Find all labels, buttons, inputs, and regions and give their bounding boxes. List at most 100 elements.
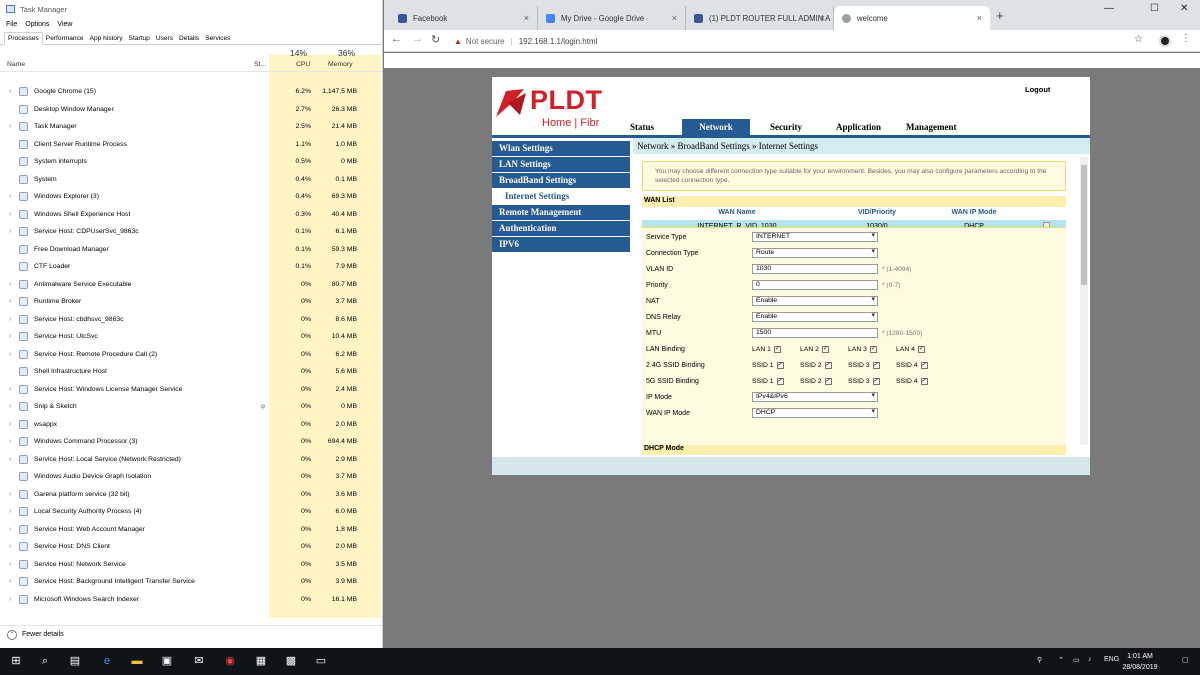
table-row[interactable]: System 0.4% 0.1 MB <box>0 171 382 189</box>
table-row[interactable]: › Windows Explorer (3) 0.4% 69.3 MB <box>0 188 382 206</box>
table-row[interactable]: › Google Chrome (15) 6.2% 1,147.5 MB <box>0 83 382 101</box>
chrome-icon[interactable]: ◉ <box>223 654 237 668</box>
dns-relay-select[interactable]: Enable <box>752 312 878 322</box>
menu-file[interactable]: File <box>6 21 17 28</box>
nat-select[interactable]: Enable <box>752 296 878 306</box>
mail-icon[interactable]: ✉ <box>192 654 206 668</box>
ssid5-2-checkbox[interactable]: SSID 2 ✓ <box>800 377 848 385</box>
task-view-icon[interactable]: ▤ <box>68 654 82 668</box>
table-row[interactable]: › Windows Command Processor (3) 0% 694.4 MB <box>0 433 382 451</box>
ssid24-4-checkbox[interactable]: SSID 4 ✓ <box>896 361 944 369</box>
not-secure-label[interactable]: Not secure <box>466 37 505 46</box>
chevron-right-icon[interactable]: › <box>5 438 15 445</box>
warning-icon[interactable]: ▲ <box>454 37 462 46</box>
tab-google-drive[interactable]: My Drive - Google Drive × <box>538 6 686 30</box>
close-icon[interactable]: × <box>820 13 825 23</box>
menu-broadband-settings[interactable]: BroadBand Settings <box>492 173 630 188</box>
windows-start-icon[interactable]: ⊞ <box>9 654 23 668</box>
tab-details[interactable]: Details <box>176 33 202 44</box>
chevron-right-icon[interactable]: › <box>5 228 15 235</box>
chevron-right-icon[interactable]: › <box>5 88 15 95</box>
table-row[interactable]: › Local Security Authority Process (4) 0% 6… <box>0 503 382 521</box>
panel-scrollbar[interactable] <box>1080 157 1088 445</box>
menu-view[interactable]: View <box>57 21 72 28</box>
chevron-right-icon[interactable]: › <box>5 123 15 130</box>
chevron-right-icon[interactable]: › <box>5 526 15 533</box>
profile-avatar[interactable] <box>1159 35 1171 47</box>
tab-welcome[interactable]: welcome × <box>834 6 990 30</box>
bookmark-star-icon[interactable]: ☆ <box>1134 34 1143 45</box>
chevron-right-icon[interactable]: › <box>5 281 15 288</box>
lan3-checkbox[interactable]: LAN 3 ✓ <box>848 345 896 353</box>
close-icon[interactable]: × <box>524 13 529 23</box>
close-icon[interactable]: × <box>977 13 982 23</box>
nav-network[interactable]: Network <box>682 119 750 135</box>
nav-security[interactable]: Security <box>770 119 836 135</box>
ssid5-1-checkbox[interactable]: SSID 1 ✓ <box>752 377 800 385</box>
address-bar[interactable]: ▲ Not secure | 192.168.1.1/login.html <box>454 33 1144 49</box>
chevron-right-icon[interactable]: › <box>5 491 15 498</box>
new-tab-button[interactable]: + <box>996 8 1004 23</box>
priority-input[interactable]: 0 <box>752 280 878 290</box>
menu-options[interactable]: Options <box>25 21 49 28</box>
app-icon[interactable]: ▦ <box>254 654 268 668</box>
table-row[interactable]: Client Server Runtime Process 1.1% 1.0 MB <box>0 136 382 154</box>
nav-management[interactable]: Management <box>906 119 986 135</box>
col-memory[interactable]: Memory <box>328 61 353 68</box>
tab-processes[interactable]: Processes <box>4 32 43 45</box>
service-type-select[interactable]: INTERNET <box>752 232 878 242</box>
table-row[interactable]: › Microsoft Windows Search Indexer 0% 16.1 … <box>0 591 382 609</box>
logout-link[interactable]: Logout <box>1025 85 1050 94</box>
ssid5-3-checkbox[interactable]: SSID 3 ✓ <box>848 377 896 385</box>
table-row[interactable]: › Snip & Sketch φ 0% 0 MB <box>0 398 382 416</box>
minimize-button[interactable]: — <box>1104 3 1114 14</box>
close-icon[interactable]: × <box>672 13 677 23</box>
table-row[interactable]: › Service Host: Background Intelligent Tr… <box>0 573 382 591</box>
tab-pldt-video[interactable]: (1) PLDT ROUTER FULL ADMIN A × <box>686 6 834 30</box>
fewer-details-link[interactable]: ⌃ Fewer details <box>0 625 382 643</box>
menu-wlan-settings[interactable]: Wlan Settings <box>492 141 630 156</box>
volume-icon[interactable]: ♪ <box>1088 656 1092 663</box>
connection-type-select[interactable]: Route <box>752 248 878 258</box>
task-manager-taskbar-icon[interactable]: ▩ <box>284 654 298 668</box>
table-row[interactable]: › Service Host: CDPUserSvc_9863c 0.1% 6.1 M… <box>0 223 382 241</box>
close-window-button[interactable]: ✕ <box>1180 3 1188 14</box>
chevron-right-icon[interactable]: › <box>5 386 15 393</box>
vlan-id-input[interactable]: 1030 <box>752 264 878 274</box>
table-row[interactable]: › Antimalware Service Executable 0% 80.7 MB <box>0 276 382 294</box>
table-row[interactable]: › wsappx 0% 2.0 MB <box>0 416 382 434</box>
chevron-up-icon[interactable]: ⌃ <box>1058 656 1064 664</box>
ssid24-3-checkbox[interactable]: SSID 3 ✓ <box>848 361 896 369</box>
col-memory-percent[interactable]: 36% <box>338 48 355 58</box>
chevron-right-icon[interactable]: › <box>5 193 15 200</box>
table-row[interactable]: Windows Audio Device Graph Isolation 0% 3.… <box>0 468 382 486</box>
chevron-right-icon[interactable]: › <box>5 298 15 305</box>
table-row[interactable]: › Service Host: Network Service 0% 3.5 MB <box>0 556 382 574</box>
command-prompt-icon[interactable]: ▭ <box>314 654 328 668</box>
ssid24-2-checkbox[interactable]: SSID 2 ✓ <box>800 361 848 369</box>
tab-facebook[interactable]: Facebook × <box>390 6 538 30</box>
chevron-right-icon[interactable]: › <box>5 543 15 550</box>
table-row[interactable]: CTF Loader 0.1% 7.9 MB <box>0 258 382 276</box>
table-row[interactable]: › Service Host: cbdhsvc_9863c 0% 8.6 MB <box>0 311 382 329</box>
chevron-right-icon[interactable]: › <box>5 351 15 358</box>
table-row[interactable]: › Service Host: Local Service (Network Re… <box>0 451 382 469</box>
table-row[interactable]: › Service Host: UtcSvc 0% 10.4 MB <box>0 328 382 346</box>
ip-mode-select[interactable]: IPv4&IPv6 <box>752 392 878 402</box>
chevron-right-icon[interactable]: › <box>5 421 15 428</box>
table-row[interactable]: › Runtime Broker 0% 3.7 MB <box>0 293 382 311</box>
url-text[interactable]: 192.168.1.1/login.html <box>519 37 598 46</box>
menu-internet-settings[interactable]: Internet Settings <box>492 189 630 204</box>
menu-ipv6[interactable]: IPV6 <box>492 237 630 252</box>
chevron-right-icon[interactable]: › <box>5 403 15 410</box>
network-icon[interactable]: ▭ <box>1073 656 1080 664</box>
table-row[interactable]: › Service Host: Windows License Manager S… <box>0 381 382 399</box>
chevron-right-icon[interactable]: › <box>5 333 15 340</box>
store-icon[interactable]: ▣ <box>160 654 174 668</box>
chevron-right-icon[interactable]: › <box>5 456 15 463</box>
nav-status[interactable]: Status <box>630 119 682 135</box>
edge-icon[interactable]: e <box>100 654 114 668</box>
tab-users[interactable]: Users <box>153 33 176 44</box>
table-row[interactable]: › Service Host: Remote Procedure Call (2)… <box>0 346 382 364</box>
chevron-right-icon[interactable]: › <box>5 316 15 323</box>
